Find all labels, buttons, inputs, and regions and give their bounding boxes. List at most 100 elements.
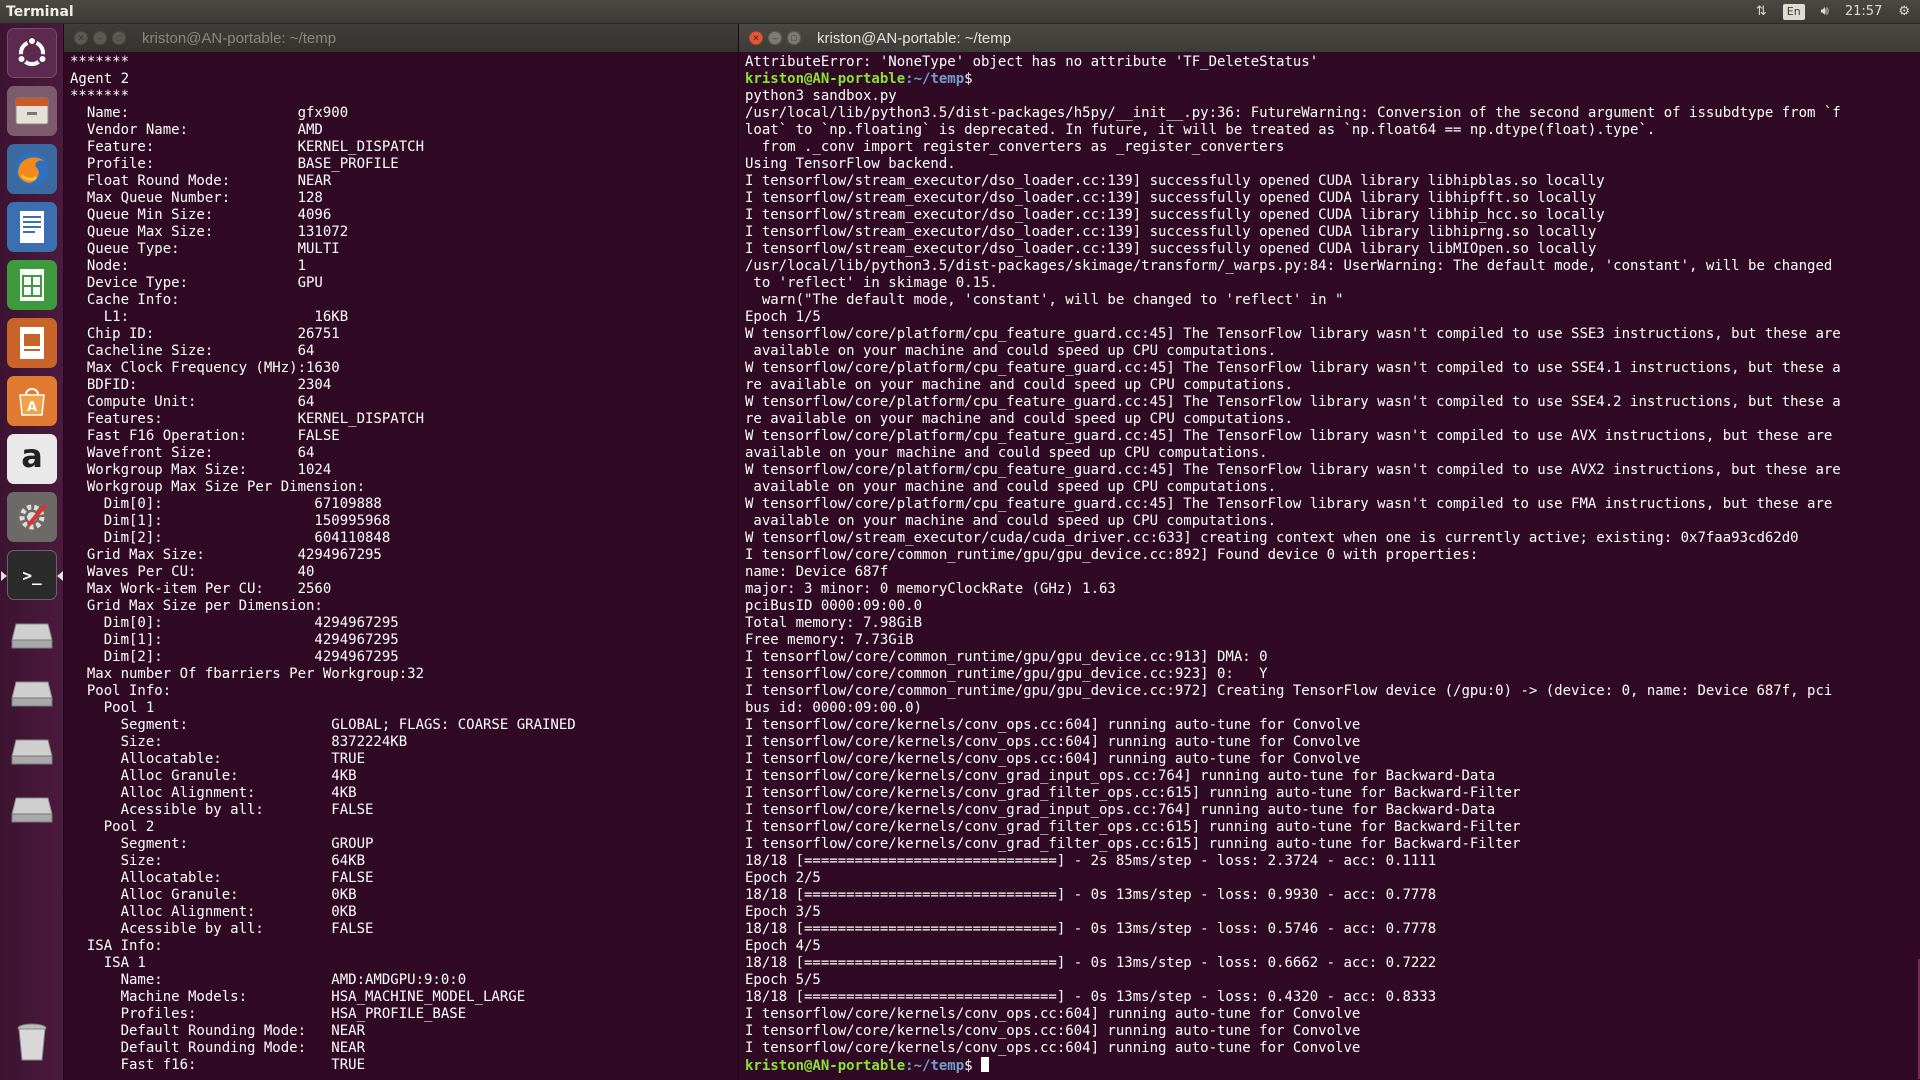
terminal-line: Wavefront Size: 64 (70, 445, 315, 461)
terminal-line: Queue Min Size: 4096 (70, 207, 332, 223)
terminal-line: Grid Max Size per Dimension: (70, 598, 323, 614)
terminal-line: Epoch 4/5 (745, 938, 821, 954)
launcher-files[interactable] (7, 86, 57, 136)
terminal-line: Using TensorFlow backend. (745, 156, 956, 172)
launcher-writer[interactable] (7, 202, 57, 252)
indicator-area: ⇅ En 🔊︎ 21:57 ⚙ (1756, 3, 1910, 20)
terminal-line: Default Rounding Mode: NEAR (70, 1023, 366, 1039)
terminal-line: I tensorflow/core/kernels/conv_grad_filt… (745, 836, 1521, 852)
terminal-line: Feature: KERNEL_DISPATCH (70, 139, 425, 155)
clock[interactable]: 21:57 (1845, 4, 1882, 19)
window-titlebar[interactable]: ✕ – □ kriston@AN-portable: ~/temp (64, 24, 738, 52)
launcher-calc[interactable] (7, 260, 57, 310)
terminal-line: Alloc Alignment: 4KB (70, 785, 357, 801)
launcher-drive-1[interactable] (7, 608, 57, 658)
terminal-line: Acessible by all: FALSE (70, 802, 374, 818)
terminal-line: Pool 1 (70, 700, 155, 716)
terminal-line: name: Device 687f (745, 564, 889, 580)
terminal-line: ******* (70, 88, 130, 104)
terminal-line: I tensorflow/stream_executor/dso_loader.… (745, 190, 1597, 206)
launcher-firefox[interactable] (7, 144, 57, 194)
amazon-icon: a (21, 437, 43, 475)
terminal-line: I tensorflow/core/kernels/conv_grad_inpu… (745, 802, 1496, 818)
terminal-line: Dim[1]: 4294967295 (70, 632, 399, 648)
maximize-button[interactable]: □ (787, 31, 801, 45)
terminal-line: W tensorflow/stream_executor/cuda/cuda_d… (745, 530, 1799, 546)
minimize-button[interactable]: – (93, 31, 107, 45)
launcher-drive-4[interactable] (7, 782, 57, 832)
terminal-line: Dim[1]: 150995968 (70, 513, 391, 529)
launcher-drive-3[interactable] (7, 724, 57, 774)
gear-icon[interactable]: ⚙ (1898, 4, 1910, 19)
keyboard-language-indicator[interactable]: En (1782, 3, 1805, 20)
terminal-window-left[interactable]: ✕ – □ kriston@AN-portable: ~/temp ******… (64, 24, 738, 1080)
libreoffice-writer-icon (20, 211, 44, 243)
minimize-icon: – (97, 32, 103, 43)
firefox-icon (15, 152, 49, 186)
maximize-button[interactable]: □ (112, 31, 126, 45)
terminal-line: Profile: BASE_PROFILE (70, 156, 399, 172)
terminal-line: Compute Unit: 64 (70, 394, 315, 410)
launcher-drive-2[interactable] (7, 666, 57, 716)
terminal-output[interactable]: AttributeError: 'NoneType' object has no… (739, 52, 1920, 1080)
terminal-line: Waves Per CU: 40 (70, 564, 315, 580)
terminal-line: I tensorflow/core/common_runtime/gpu/gpu… (745, 683, 1833, 699)
terminal-line: Grid Max Size: 4294967295 (70, 547, 382, 563)
terminal-line: Segment: GROUP (70, 836, 374, 852)
terminal-window-right[interactable]: ✕ – □ kriston@AN-portable: ~/temp Attrib… (738, 24, 1920, 1080)
launcher-system-settings[interactable] (7, 492, 57, 542)
close-button[interactable]: ✕ (749, 31, 763, 45)
terminal-line: W tensorflow/core/platform/cpu_feature_g… (745, 360, 1841, 376)
software-center-icon: A (19, 388, 45, 416)
terminal-line: Dim[0]: 67109888 (70, 496, 382, 512)
close-button[interactable]: ✕ (74, 31, 88, 45)
window-titlebar[interactable]: ✕ – □ kriston@AN-portable: ~/temp (739, 24, 1920, 52)
terminal-line: I tensorflow/stream_executor/dso_loader.… (745, 173, 1605, 189)
terminal-line: W tensorflow/core/platform/cpu_feature_g… (745, 326, 1841, 342)
launcher-trash[interactable] (7, 1018, 57, 1068)
system-settings-icon (19, 503, 47, 530)
terminal-line: I tensorflow/stream_executor/dso_loader.… (745, 241, 1597, 257)
terminal-line: Chip ID: 26751 (70, 326, 340, 342)
prompt-path: :~/temp (905, 71, 965, 87)
terminal-line: Epoch 5/5 (745, 972, 821, 988)
terminal-line: Device Type: GPU (70, 275, 323, 291)
terminal-line: available on your machine and could spee… (745, 343, 1277, 359)
terminal-line: BDFID: 2304 (70, 377, 332, 393)
drive-icon (11, 623, 53, 649)
drive-icon (11, 681, 53, 707)
prompt-path: :~/temp (905, 1058, 965, 1074)
terminal-line: Name: gfx900 (70, 105, 349, 121)
terminal-line: Epoch 3/5 (745, 904, 821, 920)
minimize-button[interactable]: – (768, 31, 782, 45)
prompt-sign: $ (964, 1058, 982, 1074)
terminal-line: warn("The default mode, 'constant', will… (745, 292, 1344, 308)
terminal-line: Dim[2]: 4294967295 (70, 649, 399, 665)
drive-icon (11, 739, 53, 765)
launcher-terminal[interactable]: >_ (1, 550, 63, 600)
svg-text:A: A (27, 400, 37, 415)
launcher-software-center[interactable]: A (7, 376, 57, 426)
volume-icon[interactable]: 🔊︎ (1821, 4, 1829, 19)
terminal-line: Max number Of fbarriers Per Workgroup:32 (70, 666, 425, 682)
window-title: kriston@AN-portable: ~/temp (142, 29, 337, 47)
file-cabinet-icon (15, 97, 49, 125)
terminal-line: Free memory: 7.73GiB (745, 632, 914, 648)
terminal-line: Allocatable: FALSE (70, 870, 374, 886)
terminal-line: I tensorflow/core/kernels/conv_ops.cc:60… (745, 1023, 1361, 1039)
maximize-icon: □ (116, 32, 122, 43)
launcher-amazon[interactable]: a (7, 434, 57, 484)
terminal-line: Alloc Granule: 0KB (70, 887, 357, 903)
terminal-line: Workgroup Max Size: 1024 (70, 462, 332, 478)
close-icon: ✕ (752, 32, 760, 43)
terminal-line: Fast F16 Operation: FALSE (70, 428, 340, 444)
network-icon[interactable]: ⇅ (1756, 4, 1767, 19)
launcher-dash[interactable] (7, 28, 57, 78)
terminal-line: python3 sandbox.py (745, 88, 897, 104)
terminal-output[interactable]: ******* Agent 2 ******* Name: gfx900 Vendo… (64, 52, 738, 1080)
prompt-line: kriston@AN-portable:~/temp$ (745, 71, 1915, 88)
terminal-line: 18/18 [==============================] -… (745, 921, 1437, 937)
terminal-line: I tensorflow/core/kernels/conv_ops.cc:60… (745, 717, 1361, 733)
launcher-impress[interactable] (7, 318, 57, 368)
terminal-line: 18/18 [==============================] -… (745, 989, 1437, 1005)
